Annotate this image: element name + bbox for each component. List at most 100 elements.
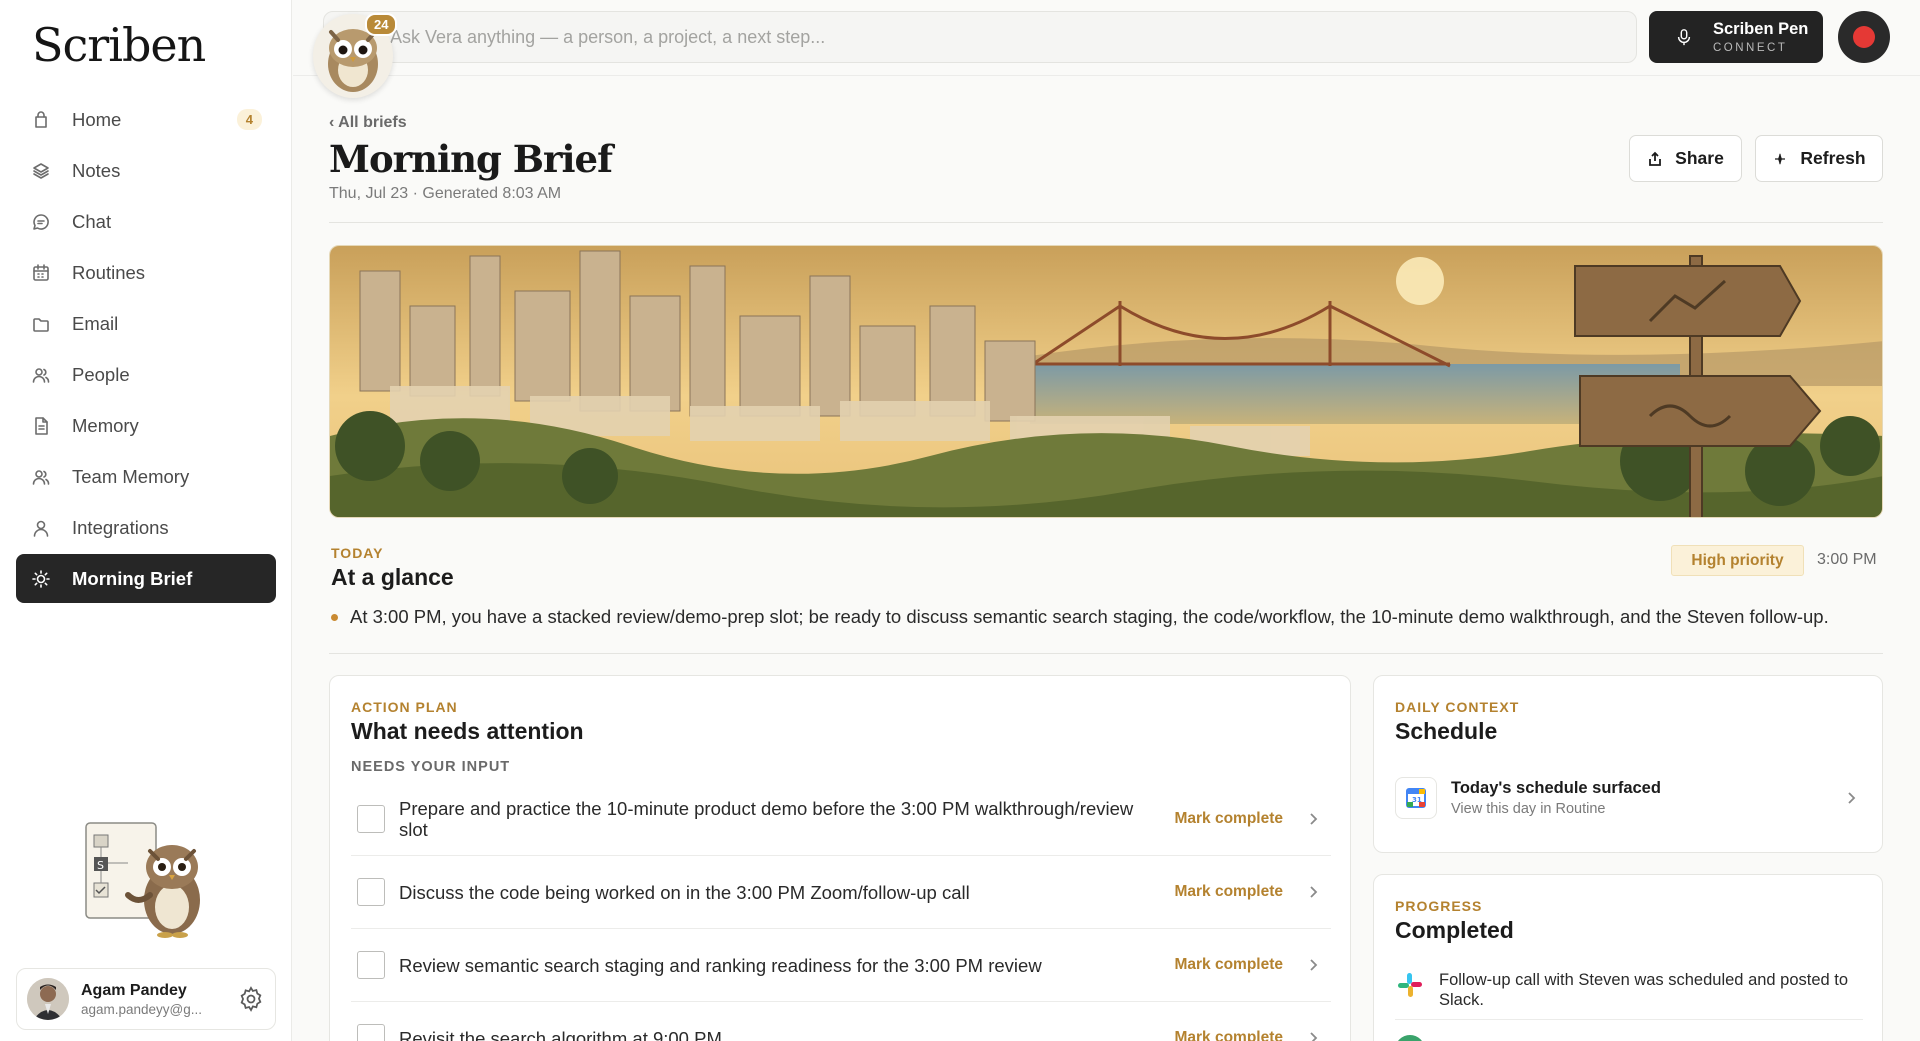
svg-text:S: S [97,859,104,872]
calendar-icon [30,262,52,284]
sidebar-item-home[interactable]: Home 4 [16,95,276,144]
avatar [27,978,69,1020]
page-subtitle: Thu, Jul 23 · Generated 8:03 AM [329,185,562,202]
svg-text:31: 31 [1412,796,1422,804]
action-plan-title: What needs attention [351,718,584,744]
sidebar-item-label: Morning Brief [72,567,193,589]
sidebar-item-label: Routines [72,261,146,283]
sidebar-item-morning-brief[interactable]: Morning Brief [16,554,276,603]
glance-bullet-text: At 3:00 PM, you have a stacked review/de… [350,606,1829,627]
chevron-right-icon[interactable] [1305,884,1321,900]
folder-icon [30,313,52,335]
progress-title: Completed [1395,917,1514,943]
top-bar: 24 Scriben Pen CONNECT [293,0,1920,98]
page-title: Morning Brief [329,137,613,181]
user-name: Agam Pandey [81,981,187,999]
task-checkbox[interactable] [357,951,385,979]
microphone-icon [1675,28,1693,46]
sidebar-item-label: Notes [72,159,121,181]
share-label: Share [1675,148,1724,168]
action-plan-eyebrow: ACTION PLAN [351,699,458,715]
user-profile-card[interactable]: Agam Pandey agam.pandeyy@g... [16,968,276,1030]
chevron-right-icon[interactable] [1305,957,1321,973]
home-count-badge: 4 [236,109,262,130]
task-text: Review semantic search staging and ranki… [399,954,1042,976]
layers-icon [30,160,52,182]
chevron-right-icon[interactable] [1843,790,1859,806]
sidebar-item-label: Memory [72,414,139,436]
mark-complete-button[interactable]: Mark complete [1174,883,1283,901]
record-button[interactable] [1838,11,1890,63]
share-icon [1649,151,1662,166]
completed-item[interactable]: Follow-up call with Steven was scheduled… [1395,970,1863,1010]
task-row[interactable]: Revisit the search algorithm at 9:00 PM … [351,1002,1331,1041]
home-icon [30,109,52,131]
search-input[interactable] [324,12,1636,62]
action-plan-card: ACTION PLAN What needs attention NEEDS Y… [329,675,1351,1041]
team-icon [30,466,52,488]
completed-item-text: Follow-up call with Steven was scheduled… [1439,971,1849,1009]
refresh-button[interactable]: Refresh [1755,135,1883,182]
bullet-dot-icon [331,613,338,621]
daily-context-eyebrow: DAILY CONTEXT [1395,699,1520,715]
sidebar-item-routines[interactable]: Routines [16,248,276,297]
mark-complete-button[interactable]: Mark complete [1174,810,1283,828]
pen-connect-label: CONNECT [1713,42,1788,54]
glance-divider [329,653,1883,654]
morning-brief-hero-image [329,245,1883,518]
sidebar-item-label: Home [72,108,122,130]
sidebar-item-label: Chat [72,210,112,232]
daily-context-card: DAILY CONTEXT Schedule 31 Today's schedu… [1373,675,1883,853]
gear-icon[interactable] [237,985,265,1013]
sidebar-item-memory[interactable]: Memory [16,401,276,450]
sun-icon [30,568,52,590]
sidebar-nav: Home 4 Notes Chat Routines Email People … [16,95,276,605]
mark-complete-button[interactable]: Mark complete [1174,1029,1283,1041]
chat-bubble-icon [30,211,52,233]
task-row[interactable]: Review semantic search staging and ranki… [351,929,1331,1002]
sidebar: Scriben Home 4 Notes Chat Routines Email… [0,0,292,1041]
sidebar-item-people[interactable]: People [16,350,276,399]
glance-bullet-item: At 3:00 PM, you have a stacked review/de… [331,606,1829,628]
progress-divider [1395,1019,1863,1020]
sidebar-item-notes[interactable]: Notes [16,146,276,195]
sidebar-item-label: Email [72,312,119,334]
schedule-item-subtitle: View this day in Routine [1451,801,1606,817]
vera-notification-badge: 24 [365,13,398,36]
schedule-item-title: Today's schedule surfaced [1451,779,1661,797]
pen-title: Scriben Pen [1713,20,1809,38]
task-row[interactable]: Discuss the code being worked on in the … [351,856,1331,929]
chevron-right-icon[interactable] [1305,1030,1321,1041]
refresh-label: Refresh [1800,148,1866,168]
chevron-right-icon[interactable] [1305,811,1321,827]
scriben-pen-connect-button[interactable]: Scriben Pen CONNECT [1649,11,1823,63]
task-checkbox[interactable] [357,1024,385,1041]
task-checkbox[interactable] [357,878,385,906]
header-divider [329,222,1883,223]
sparkle-icon [1775,152,1786,165]
task-checkbox[interactable] [357,805,385,833]
share-button[interactable]: Share [1629,135,1742,182]
slack-icon [1395,970,1425,1000]
sidebar-item-team-memory[interactable]: Team Memory [16,452,276,501]
google-calendar-icon: 31 [1395,777,1437,819]
sidebar-item-integrations[interactable]: Integrations [16,503,276,552]
task-row[interactable]: Prepare and practice the 10-minute produ… [351,783,1331,856]
user-icon [30,517,52,539]
task-text: Discuss the code being worked on in the … [399,881,970,903]
progress-card: PROGRESS Completed Follow-up call with S… [1373,874,1883,1041]
glance-title: At a glance [331,564,454,590]
priority-time: 3:00 PM [1817,551,1877,568]
mark-complete-button[interactable]: Mark complete [1174,956,1283,974]
schedule-surfaced-item[interactable]: 31 Today's schedule surfaced View this d… [1395,774,1863,822]
app-logo[interactable]: Scriben [32,18,206,72]
task-text: Prepare and practice the 10-minute produ… [399,798,1134,840]
sidebar-item-email[interactable]: Email [16,299,276,348]
document-icon [30,415,52,437]
people-icon [30,364,52,386]
owl-mascot-illustration: S [80,815,220,950]
ask-vera-search[interactable] [323,11,1637,63]
all-briefs-link[interactable]: ‹ All briefs [329,114,407,132]
priority-badge: High priority [1671,545,1804,576]
sidebar-item-chat[interactable]: Chat [16,197,276,246]
